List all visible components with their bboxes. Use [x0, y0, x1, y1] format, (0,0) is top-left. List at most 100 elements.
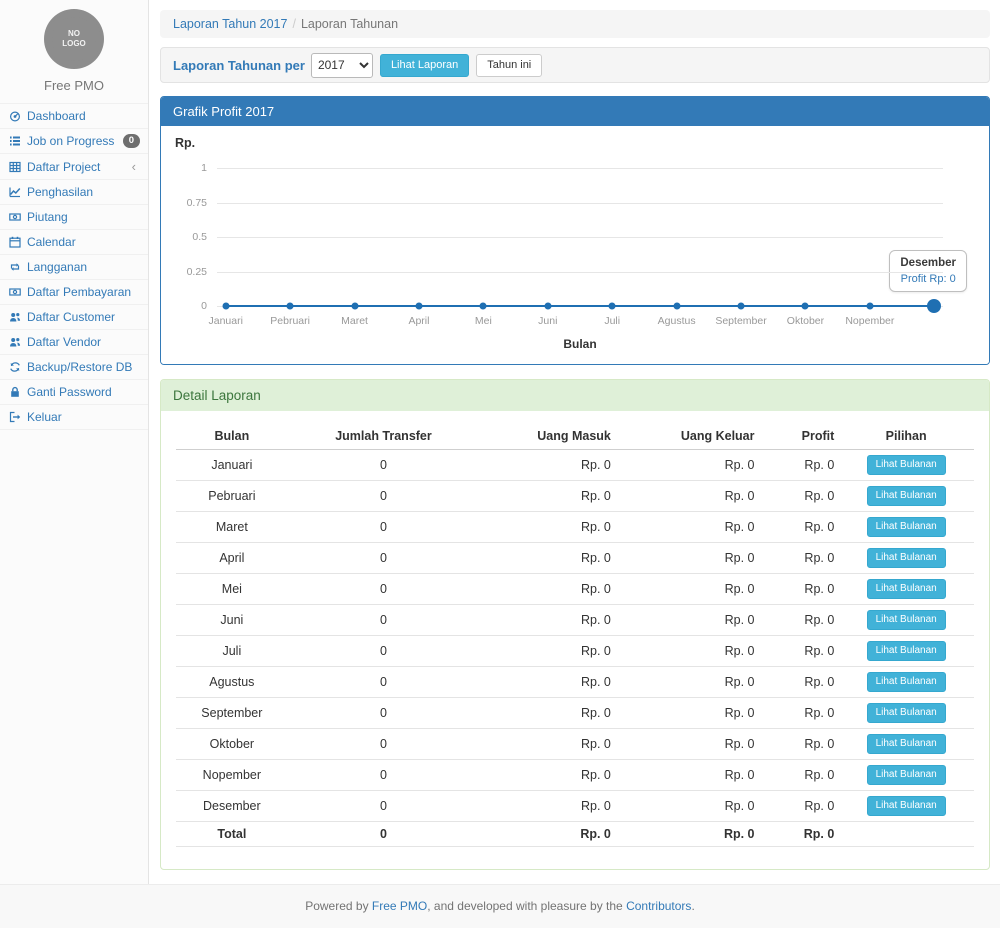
view-monthly-button-mei[interactable]: Lihat Bulanan [867, 579, 946, 599]
cell-bulan: September [176, 698, 288, 729]
sidebar-item-langganan[interactable]: Langganan [0, 255, 148, 280]
sidebar-item-piutang[interactable]: Piutang [0, 205, 148, 230]
sidebar-item-label: Piutang [27, 210, 68, 224]
cell-uang_masuk: Rp. 0 [479, 636, 615, 667]
view-monthly-button-maret[interactable]: Lihat Bulanan [867, 517, 946, 537]
chart-x-tick-label: Oktober [787, 315, 824, 327]
chart-point-juli[interactable] [609, 303, 616, 310]
cell-uang_masuk: Rp. 0 [479, 512, 615, 543]
sidebar-item-daftar-pembayaran[interactable]: Daftar Pembayaran [0, 280, 148, 305]
tasks-icon [7, 135, 23, 147]
chart-point-desember[interactable] [927, 299, 941, 313]
sidebar-item-label: Penghasilan [27, 185, 93, 199]
cell-bulan: Maret [176, 512, 288, 543]
cell-uang_masuk: Rp. 0 [479, 481, 615, 512]
sidebar-item-backup-restore-db[interactable]: Backup/Restore DB [0, 355, 148, 380]
sidebar-item-penghasilan[interactable]: Penghasilan [0, 180, 148, 205]
chart-y-axis-label: Rp. [175, 136, 195, 150]
chart-point-april[interactable] [415, 303, 422, 310]
chart-x-tick-label: Mei [475, 315, 492, 327]
dashboard-icon [7, 110, 23, 122]
chart-point-agustus[interactable] [673, 303, 680, 310]
cell-uang_masuk: Rp. 0 [479, 667, 615, 698]
table-row-mei: Mei0Rp. 0Rp. 0Rp. 0Lihat Bulanan [176, 574, 974, 605]
view-monthly-button-juli[interactable]: Lihat Bulanan [867, 641, 946, 661]
footer: Powered by Free PMO, and developed with … [0, 884, 1000, 928]
footer-text-middle: , and developed with pleasure by the [427, 899, 626, 913]
column-header-uang-keluar: Uang Keluar [615, 423, 759, 450]
sidebar: NO LOGO Free PMO DashboardJob on Progres… [0, 0, 149, 884]
view-monthly-button-oktober[interactable]: Lihat Bulanan [867, 734, 946, 754]
column-header-bulan: Bulan [176, 423, 288, 450]
year-filter-label: Laporan Tahunan per [173, 58, 305, 73]
sidebar-item-job-on-progress[interactable]: Job on Progress0 [0, 129, 148, 154]
chart-point-mei[interactable] [480, 303, 487, 310]
chart-y-tick-label: 0 [201, 300, 207, 312]
footer-link-contributors[interactable]: Contributors [626, 899, 691, 913]
this-year-button[interactable]: Tahun ini [476, 54, 542, 77]
cell-bulan: Januari [176, 450, 288, 481]
breadcrumb-link-laporan-tahun[interactable]: Laporan Tahun 2017 [173, 17, 287, 31]
chart-tooltip-value: Profit Rp: 0 [900, 273, 956, 285]
cell-uang_keluar: Rp. 0 [615, 636, 759, 667]
cell-jumlah_transfer: 0 [288, 636, 480, 667]
cell-uang_keluar: Rp. 0 [615, 729, 759, 760]
sidebar-item-label: Calendar [27, 235, 76, 249]
profit-chart: Rp. Desember Profit Rp: 0 Bulan 10.750.5… [161, 126, 989, 364]
column-header-pilihan: Pilihan [838, 423, 974, 450]
column-header-profit: Profit [759, 423, 839, 450]
view-monthly-button-nopember[interactable]: Lihat Bulanan [867, 765, 946, 785]
chart-x-tick-label: September [715, 315, 766, 327]
chart-point-oktober[interactable] [802, 303, 809, 310]
sidebar-item-daftar-customer[interactable]: Daftar Customer [0, 305, 148, 330]
cell-uang_keluar: Rp. 0 [615, 698, 759, 729]
cell-uang_keluar: Rp. 0 [615, 450, 759, 481]
footer-link-free-pmo[interactable]: Free PMO [372, 899, 427, 913]
chart-point-januari[interactable] [222, 303, 229, 310]
detail-report-panel: Detail Laporan BulanJumlah TransferUang … [160, 379, 990, 870]
job-count-badge: 0 [123, 134, 140, 148]
cell-jumlah_transfer: 0 [288, 574, 480, 605]
cell-profit: Rp. 0 [759, 729, 839, 760]
chart-point-juni[interactable] [544, 303, 551, 310]
view-monthly-button-desember[interactable]: Lihat Bulanan [867, 796, 946, 816]
sidebar-item-daftar-vendor[interactable]: Daftar Vendor [0, 330, 148, 355]
sidebar-item-daftar-project[interactable]: Daftar Project‹ [0, 154, 148, 180]
column-header-uang-masuk: Uang Masuk [479, 423, 615, 450]
chart-x-tick-label: Januari [208, 315, 242, 327]
sidebar-item-keluar[interactable]: Keluar [0, 405, 148, 430]
view-monthly-button-agustus[interactable]: Lihat Bulanan [867, 672, 946, 692]
footer-text-prefix: Powered by [305, 899, 372, 913]
cell-pilihan: Lihat Bulanan [838, 729, 974, 760]
chart-x-axis-label: Bulan [563, 337, 596, 351]
view-monthly-button-pebruari[interactable]: Lihat Bulanan [867, 486, 946, 506]
cell-bulan: Nopember [176, 760, 288, 791]
sidebar-item-ganti-password[interactable]: Ganti Password [0, 380, 148, 405]
view-monthly-button-juni[interactable]: Lihat Bulanan [867, 610, 946, 630]
cell-bulan: Pebruari [176, 481, 288, 512]
chevron-left-icon: ‹ [132, 159, 140, 174]
cell-profit: Rp. 0 [759, 543, 839, 574]
view-report-button[interactable]: Lihat Laporan [380, 54, 469, 77]
cell-jumlah_transfer: 0 [288, 729, 480, 760]
sidebar-item-calendar[interactable]: Calendar [0, 230, 148, 255]
view-monthly-button-januari[interactable]: Lihat Bulanan [867, 455, 946, 475]
cell-uang_keluar: Rp. 0 [615, 574, 759, 605]
cell-uang_masuk: Rp. 0 [479, 574, 615, 605]
retweet-icon [7, 261, 23, 273]
view-monthly-button-april[interactable]: Lihat Bulanan [867, 548, 946, 568]
table-row-agustus: Agustus0Rp. 0Rp. 0Rp. 0Lihat Bulanan [176, 667, 974, 698]
year-select[interactable]: 2017 [311, 53, 373, 78]
chart-point-september[interactable] [738, 303, 745, 310]
cell-pilihan: Lihat Bulanan [838, 698, 974, 729]
chart-y-tick-label: 1 [201, 162, 207, 174]
chart-point-nopember[interactable] [866, 303, 873, 310]
chart-point-pebruari[interactable] [287, 303, 294, 310]
app-window: NO LOGO Free PMO DashboardJob on Progres… [0, 0, 1000, 884]
sidebar-item-dashboard[interactable]: Dashboard [0, 104, 148, 129]
table-row-juli: Juli0Rp. 0Rp. 0Rp. 0Lihat Bulanan [176, 636, 974, 667]
chart-point-maret[interactable] [351, 303, 358, 310]
table-row-januari: Januari0Rp. 0Rp. 0Rp. 0Lihat Bulanan [176, 450, 974, 481]
view-monthly-button-september[interactable]: Lihat Bulanan [867, 703, 946, 723]
table-row-nopember: Nopember0Rp. 0Rp. 0Rp. 0Lihat Bulanan [176, 760, 974, 791]
